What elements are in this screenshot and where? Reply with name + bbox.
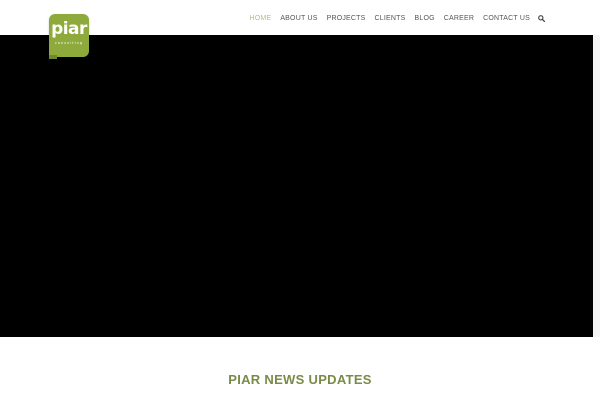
page-scrollbar[interactable] <box>593 35 600 337</box>
logo-tab <box>49 55 57 59</box>
logo-subtitle: consulting <box>54 41 84 45</box>
nav-item-projects[interactable]: PROJECTS <box>327 15 366 22</box>
logo-wordmark: piar <box>51 19 87 39</box>
search-icon[interactable] <box>538 14 545 22</box>
hero-banner <box>0 35 593 337</box>
nav-item-home[interactable]: HOME <box>250 15 272 22</box>
nav-item-blog[interactable]: BLOG <box>415 15 435 22</box>
section-title: PIAR NEWS UPDATES <box>228 372 372 387</box>
main-nav: HOME ABOUT US PROJECTS CLIENTS BLOG CARE… <box>241 12 545 24</box>
nav-item-clients[interactable]: CLIENTS <box>375 15 406 22</box>
nav-item-contact-us[interactable]: CONTACT US <box>483 15 530 22</box>
site-header: HOME ABOUT US PROJECTS CLIENTS BLOG CARE… <box>0 0 600 35</box>
nav-item-about-us[interactable]: ABOUT US <box>280 15 317 22</box>
site-logo[interactable]: piar consulting <box>49 14 89 59</box>
nav-item-career[interactable]: CAREER <box>444 15 474 22</box>
